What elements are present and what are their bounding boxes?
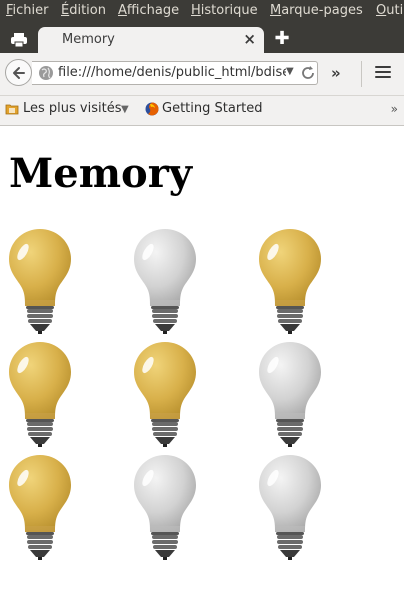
bulb-off-8[interactable] [133,454,197,561]
menu-edition[interactable]: Édition [61,3,106,18]
pinned-tab[interactable] [5,28,33,52]
menu-bar: Fichier Édition Affichage Historique Mar… [0,0,404,24]
bulb-on-1[interactable] [8,228,72,335]
tab-strip: Memory × ✚ [0,24,404,53]
page-title: Memory [9,150,193,197]
globe-icon [39,66,53,80]
menu-historique[interactable]: Historique [191,3,258,18]
close-icon[interactable]: × [243,30,256,48]
toolbar-separator [361,61,362,87]
back-arrow-icon [12,66,25,79]
url-bar[interactable]: file:///home/denis/public_html/bdise ▼ [32,61,318,85]
url-text: file:///home/denis/public_html/bdise [58,65,286,80]
bookmarks-overflow-icon[interactable]: » [391,102,398,116]
reload-icon[interactable] [300,65,316,81]
bulb-on-3[interactable] [258,228,322,335]
menu-outils[interactable]: Outils [376,3,404,18]
menu-marque-pages[interactable]: Marque-pages [270,3,363,18]
menu-fichier[interactable]: Fichier [6,3,49,18]
bulb-on-4[interactable] [8,341,72,448]
bulb-off-6[interactable] [258,341,322,448]
menu-affichage[interactable]: Affichage [118,3,179,18]
bookmarks-toolbar: Les plus visités ▼ Getting Started » [0,96,404,126]
tab-memory[interactable]: Memory × [38,27,264,53]
tab-title: Memory [62,32,115,47]
bookmark-most-visited[interactable]: Les plus visités [23,101,121,116]
url-dropdown-icon[interactable]: ▼ [286,66,294,77]
chevron-down-icon[interactable]: ▼ [121,104,129,115]
bulb-off-2[interactable] [133,228,197,335]
bulb-on-5[interactable] [133,341,197,448]
bulb-off-9[interactable] [258,454,322,561]
firefox-icon [145,102,159,116]
folder-icon [5,104,19,115]
bulb-on-7[interactable] [8,454,72,561]
navigation-bar: file:///home/denis/public_html/bdise ▼ » [0,53,404,96]
overflow-chevron-icon[interactable]: » [331,64,341,82]
hamburger-menu-icon[interactable] [375,66,391,80]
bookmark-getting-started[interactable]: Getting Started [162,101,263,116]
printer-icon [11,33,27,48]
back-button[interactable] [5,59,32,86]
new-tab-button[interactable]: ✚ [272,29,292,49]
